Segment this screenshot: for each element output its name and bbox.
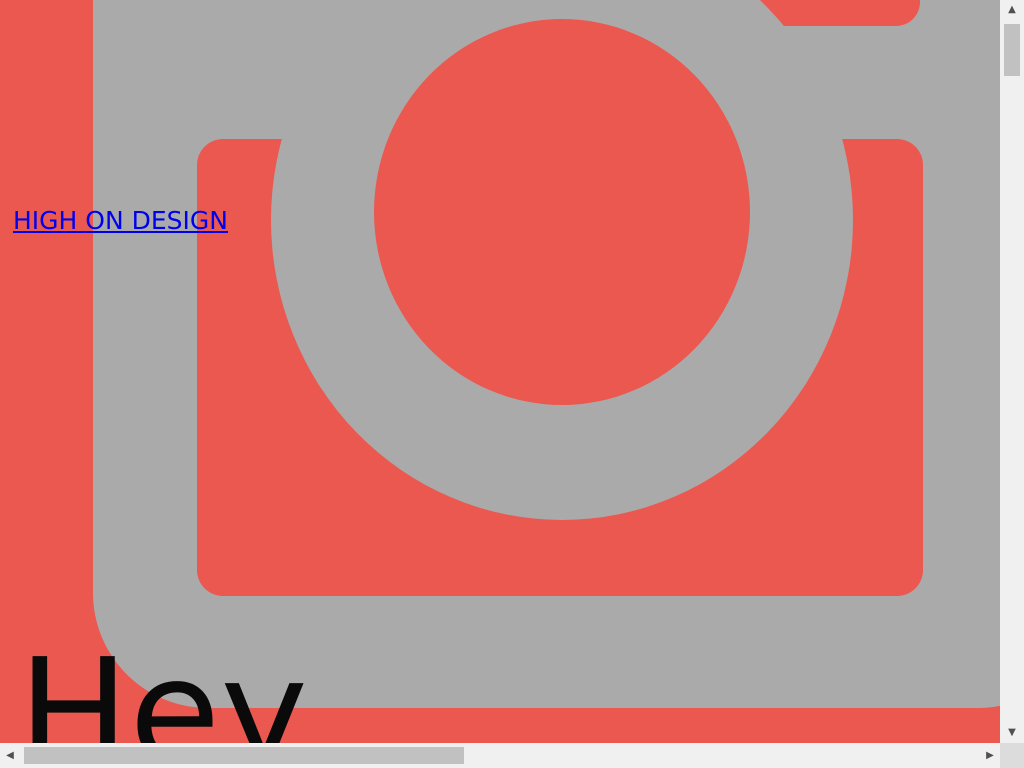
scroll-up-arrow-icon[interactable]: ▲ [1000, 0, 1024, 20]
scroll-right-arrow-icon[interactable]: ▶ [980, 743, 1000, 768]
horizontal-scrollbar[interactable]: ◀ ▶ [0, 743, 1000, 768]
scroll-down-arrow-icon[interactable]: ▼ [1000, 723, 1024, 743]
horizontal-scroll-thumb[interactable] [24, 747, 464, 764]
page-viewport: HIGH ON DESIGN Hey [0, 0, 1000, 743]
hero-heading: Hey [18, 627, 308, 743]
vertical-scroll-thumb[interactable] [1004, 24, 1020, 76]
vertical-scrollbar[interactable]: ▲ ▼ [1000, 0, 1024, 743]
scroll-left-arrow-icon[interactable]: ◀ [0, 743, 20, 768]
camera-lens [374, 19, 750, 405]
site-link[interactable]: HIGH ON DESIGN [13, 205, 228, 237]
scrollbar-corner [1000, 743, 1024, 768]
